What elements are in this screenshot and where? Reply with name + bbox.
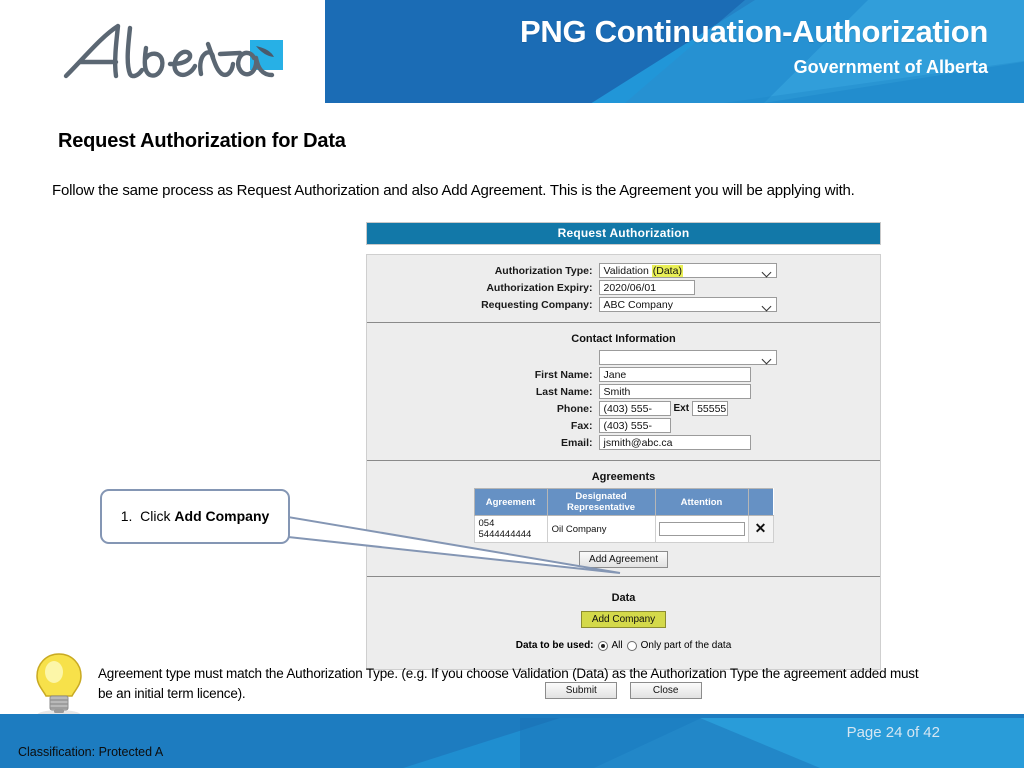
label-data-to-be-used: Data to be used: bbox=[515, 640, 594, 651]
add-company-button[interactable]: Add Company bbox=[580, 611, 667, 628]
authorization-type-select[interactable]: Validation (Data) bbox=[598, 263, 777, 278]
header-banner: PNG Continuation-Authorization Governmen… bbox=[325, 0, 1024, 103]
phone-input[interactable]: (403) 555-5555 bbox=[598, 401, 671, 430]
agreements-heading: Agreements bbox=[591, 471, 656, 483]
row-requesting-company: Requesting Company: ABC Company bbox=[367, 297, 880, 312]
callout-step-1: 1. Click Add Company bbox=[100, 489, 290, 544]
label-email: Email: bbox=[560, 436, 593, 449]
contact-information-heading: Contact Information bbox=[571, 333, 676, 345]
label-last-name: Last Name: bbox=[535, 385, 593, 398]
page-body-text: Follow the same process as Request Autho… bbox=[52, 182, 855, 199]
authorization-type-highlight: (Data) bbox=[651, 265, 683, 277]
first-name-input[interactable]: Jane bbox=[598, 367, 751, 382]
lightbulb-icon bbox=[28, 650, 90, 722]
alberta-logo bbox=[58, 18, 308, 90]
row-phone: Phone: (403) 555-5555 Ext 55555 bbox=[367, 401, 880, 430]
callout-text: Click bbox=[140, 508, 175, 524]
radio-all[interactable] bbox=[597, 640, 608, 651]
row-contact-select bbox=[367, 350, 880, 365]
label-option-part: Only part of the data bbox=[640, 640, 732, 651]
label-requesting-company: Requesting Company: bbox=[481, 298, 593, 311]
app-body: Authorization Type: Validation (Data) Au… bbox=[366, 254, 881, 670]
label-ext: Ext bbox=[673, 403, 690, 414]
delete-row-icon[interactable]: ✕ bbox=[755, 520, 767, 536]
callout-pointer bbox=[287, 515, 621, 574]
requesting-company-select[interactable]: ABC Company bbox=[598, 297, 777, 312]
radio-only-part[interactable] bbox=[626, 640, 637, 651]
authorization-type-value: Validation bbox=[603, 265, 652, 277]
app-screenshot: Request Authorization Authorization Type… bbox=[366, 222, 881, 699]
footer-facet-left bbox=[0, 718, 560, 768]
authorization-expiry-input[interactable]: 2020/06/01 bbox=[598, 280, 695, 295]
cell-delete[interactable]: ✕ bbox=[747, 515, 774, 543]
page-number: Page 24 of 42 bbox=[846, 724, 940, 741]
app-titlebar: Request Authorization bbox=[366, 222, 881, 245]
email-input[interactable]: jsmith@abc.ca bbox=[598, 435, 751, 450]
data-section: Data Add Company Data to be used: All On… bbox=[367, 577, 880, 663]
row-authorization-type: Authorization Type: Validation (Data) bbox=[367, 263, 880, 278]
row-first-name: First Name: Jane bbox=[367, 367, 880, 382]
classification-label: Classification: Protected A bbox=[18, 745, 164, 759]
fax-input[interactable]: (403) 555-5554 bbox=[598, 418, 671, 447]
footer-bar: Page 24 of 42 Classification: Protected … bbox=[0, 718, 1024, 768]
label-phone: Phone: bbox=[556, 402, 593, 415]
label-option-all: All bbox=[611, 640, 623, 651]
callout-number: 1. bbox=[120, 508, 133, 524]
column-actions bbox=[747, 488, 773, 516]
label-authorization-type: Authorization Type: bbox=[494, 264, 593, 277]
ext-input[interactable]: 55555 bbox=[692, 401, 729, 416]
row-fax: Fax: (403) 555-5554 bbox=[367, 418, 880, 447]
row-last-name: Last Name: Smith bbox=[367, 384, 880, 399]
label-authorization-expiry: Authorization Expiry: bbox=[486, 281, 593, 294]
label-first-name: First Name: bbox=[534, 368, 593, 381]
tip-text: Agreement type must match the Authorizat… bbox=[98, 666, 919, 701]
label-fax: Fax: bbox=[570, 419, 593, 432]
contact-select[interactable] bbox=[598, 350, 777, 365]
data-to-be-used-row: Data to be used: All Only part of the da… bbox=[367, 640, 880, 651]
last-name-input[interactable]: Smith bbox=[598, 384, 751, 399]
banner-title: PNG Continuation-Authorization bbox=[520, 14, 988, 49]
row-authorization-expiry: Authorization Expiry: 2020/06/01 bbox=[367, 280, 880, 295]
row-email: Email: jsmith@abc.ca bbox=[367, 435, 880, 450]
page-title: Request Authorization for Data bbox=[58, 130, 346, 152]
data-heading: Data bbox=[611, 592, 636, 604]
slide-root: PNG Continuation-Authorization Governmen… bbox=[0, 0, 1024, 768]
banner-subtitle: Government of Alberta bbox=[793, 57, 988, 77]
contact-information-section: Contact Information First Name: Jane Las… bbox=[367, 323, 880, 461]
authorization-section: Authorization Type: Validation (Data) Au… bbox=[367, 255, 880, 323]
callout-bold-text: Add Company bbox=[174, 508, 270, 524]
